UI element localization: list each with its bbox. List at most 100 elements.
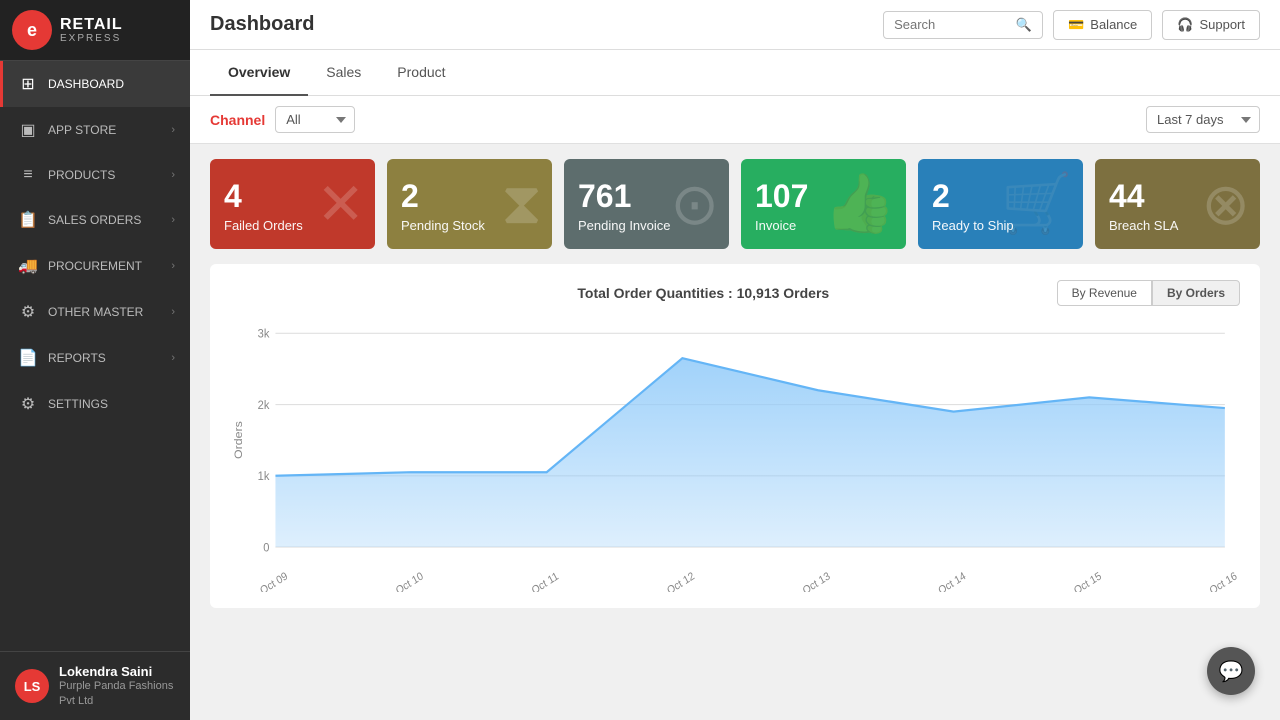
nav-item-left-other-master: ⚙ OTHER MASTER: [18, 302, 143, 322]
area-chart: 01k2k3kOrdersOct 09Oct 10Oct 11Oct 12Oct…: [230, 322, 1240, 592]
nav-icon-products: ≡: [18, 166, 38, 184]
nav-arrow-reports: ›: [171, 352, 175, 364]
svg-text:Oct 11: Oct 11: [530, 570, 561, 592]
nav-icon-sales-orders: 📋: [18, 210, 38, 230]
card-label-breach-sla: Breach SLA: [1109, 218, 1246, 233]
sidebar-item-dashboard[interactable]: ⊞ DASHBOARD: [0, 61, 190, 107]
support-label: Support: [1199, 17, 1245, 32]
card-number-pending-invoice: 761: [578, 180, 715, 212]
svg-text:Orders: Orders: [233, 421, 245, 459]
card-label-pending-invoice: Pending Invoice: [578, 218, 715, 233]
cards-row: ✕ 4 Failed Orders ⧗ 2 Pending Stock ⊙ 76…: [190, 144, 1280, 264]
logo-express: EXPRESS: [60, 33, 123, 44]
nav-item-left-products: ≡ PRODUCTS: [18, 166, 115, 184]
card-failed-orders[interactable]: ✕ 4 Failed Orders: [210, 159, 375, 249]
nav-item-left-procurement: 🚚 PROCUREMENT: [18, 256, 142, 276]
svg-text:Oct 10: Oct 10: [394, 570, 425, 592]
chat-button[interactable]: 💬: [1207, 647, 1255, 695]
logo-retail: RETAIL: [60, 16, 123, 34]
svg-text:Oct 14: Oct 14: [936, 570, 967, 592]
nav-arrow-sales-orders: ›: [171, 214, 175, 226]
user-company: Purple Panda Fashions Pvt Ltd: [59, 679, 175, 708]
nav-label-other-master: OTHER MASTER: [48, 305, 143, 319]
user-info: Lokendra Saini Purple Panda Fashions Pvt…: [59, 664, 175, 708]
logo-letter: e: [27, 20, 37, 41]
chart-title: Total Order Quantities : 10,913 Orders: [350, 285, 1057, 301]
card-label-ready-to-ship: Ready to Ship: [932, 218, 1069, 233]
sidebar-item-reports[interactable]: 📄 REPORTS ›: [0, 335, 190, 381]
search-input[interactable]: [894, 17, 1010, 32]
sidebar-item-procurement[interactable]: 🚚 PROCUREMENT ›: [0, 243, 190, 289]
card-number-pending-stock: 2: [401, 180, 538, 212]
avatar: LS: [15, 669, 49, 703]
card-breach-sla[interactable]: ⊗ 44 Breach SLA: [1095, 159, 1260, 249]
nav-arrow-products: ›: [171, 169, 175, 181]
main-content: Dashboard 🔍 💳 Balance 🎧 Support Overview…: [190, 0, 1280, 720]
card-number-breach-sla: 44: [1109, 180, 1246, 212]
svg-text:Oct 15: Oct 15: [1072, 570, 1103, 592]
nav-item-left-reports: 📄 REPORTS: [18, 348, 106, 368]
card-number-invoice: 107: [755, 180, 892, 212]
nav-label-app-store: APP STORE: [48, 123, 116, 137]
sidebar-footer: LS Lokendra Saini Purple Panda Fashions …: [0, 651, 190, 720]
filter-left: Channel All Online Offline: [210, 106, 355, 133]
sidebar-logo: e RETAIL EXPRESS: [0, 0, 190, 61]
card-pending-stock[interactable]: ⧗ 2 Pending Stock: [387, 159, 552, 249]
tab-product[interactable]: Product: [379, 50, 463, 96]
wallet-icon: 💳: [1068, 17, 1084, 33]
nav-icon-other-master: ⚙: [18, 302, 38, 322]
sidebar-item-settings[interactable]: ⚙ SETTINGS: [0, 381, 190, 427]
support-button[interactable]: 🎧 Support: [1162, 10, 1260, 40]
tab-sales[interactable]: Sales: [308, 50, 379, 96]
logo-text: RETAIL EXPRESS: [60, 16, 123, 45]
balance-button[interactable]: 💳 Balance: [1053, 10, 1152, 40]
chat-icon: 💬: [1219, 659, 1244, 684]
card-pending-invoice[interactable]: ⊙ 761 Pending Invoice: [564, 159, 729, 249]
sidebar: e RETAIL EXPRESS ⊞ DASHBOARD ▣ APP STORE…: [0, 0, 190, 720]
channel-select[interactable]: All Online Offline: [275, 106, 355, 133]
sidebar-item-products[interactable]: ≡ PRODUCTS ›: [0, 153, 190, 197]
nav-item-left-sales-orders: 📋 SALES ORDERS: [18, 210, 141, 230]
chart-container: 01k2k3kOrdersOct 09Oct 10Oct 11Oct 12Oct…: [230, 322, 1240, 592]
nav-label-sales-orders: SALES ORDERS: [48, 213, 141, 227]
nav-item-left-dashboard: ⊞ DASHBOARD: [18, 74, 124, 94]
svg-text:3k: 3k: [258, 327, 270, 341]
chart-section: Total Order Quantities : 10,913 Orders B…: [210, 264, 1260, 608]
svg-text:2k: 2k: [258, 398, 270, 412]
nav-label-dashboard: DASHBOARD: [48, 77, 124, 91]
card-invoice[interactable]: 👍 107 Invoice: [741, 159, 906, 249]
nav-arrow-app-store: ›: [171, 124, 175, 136]
tab-overview[interactable]: Overview: [210, 50, 308, 96]
card-number-ready-to-ship: 2: [932, 180, 1069, 212]
svg-text:Oct 13: Oct 13: [801, 570, 832, 592]
by-orders-toggle[interactable]: By Orders: [1152, 280, 1240, 306]
logo-icon: e: [12, 10, 52, 50]
nav-label-procurement: PROCUREMENT: [48, 259, 142, 273]
tabs-bar: OverviewSalesProduct: [190, 50, 1280, 96]
channel-label: Channel: [210, 112, 265, 128]
nav-item-left-settings: ⚙ SETTINGS: [18, 394, 108, 414]
nav-icon-dashboard: ⊞: [18, 74, 38, 94]
sidebar-item-sales-orders[interactable]: 📋 SALES ORDERS ›: [0, 197, 190, 243]
chart-header: Total Order Quantities : 10,913 Orders B…: [230, 280, 1240, 306]
balance-label: Balance: [1090, 17, 1137, 32]
card-label-invoice: Invoice: [755, 218, 892, 233]
by-revenue-toggle[interactable]: By Revenue: [1057, 280, 1152, 306]
sidebar-item-other-master[interactable]: ⚙ OTHER MASTER ›: [0, 289, 190, 335]
nav-item-left-app-store: ▣ APP STORE: [18, 120, 116, 140]
top-bar: Dashboard 🔍 💳 Balance 🎧 Support: [190, 0, 1280, 50]
svg-text:Oct 12: Oct 12: [665, 570, 696, 592]
nav-label-settings: SETTINGS: [48, 397, 108, 411]
content-area: OverviewSalesProduct Channel All Online …: [190, 50, 1280, 720]
search-box[interactable]: 🔍: [883, 11, 1043, 39]
card-ready-to-ship[interactable]: 🛒 2 Ready to Ship: [918, 159, 1083, 249]
svg-text:Oct 16: Oct 16: [1208, 570, 1239, 592]
user-initials: LS: [24, 679, 41, 694]
headset-icon: 🎧: [1177, 17, 1193, 33]
sidebar-item-app-store[interactable]: ▣ APP STORE ›: [0, 107, 190, 153]
svg-text:0: 0: [263, 541, 270, 555]
nav-icon-procurement: 🚚: [18, 256, 38, 276]
nav-icon-reports: 📄: [18, 348, 38, 368]
svg-text:Oct 09: Oct 09: [258, 570, 289, 592]
date-range-select[interactable]: Last 7 days Last 14 days Last 30 days Th…: [1146, 106, 1260, 133]
